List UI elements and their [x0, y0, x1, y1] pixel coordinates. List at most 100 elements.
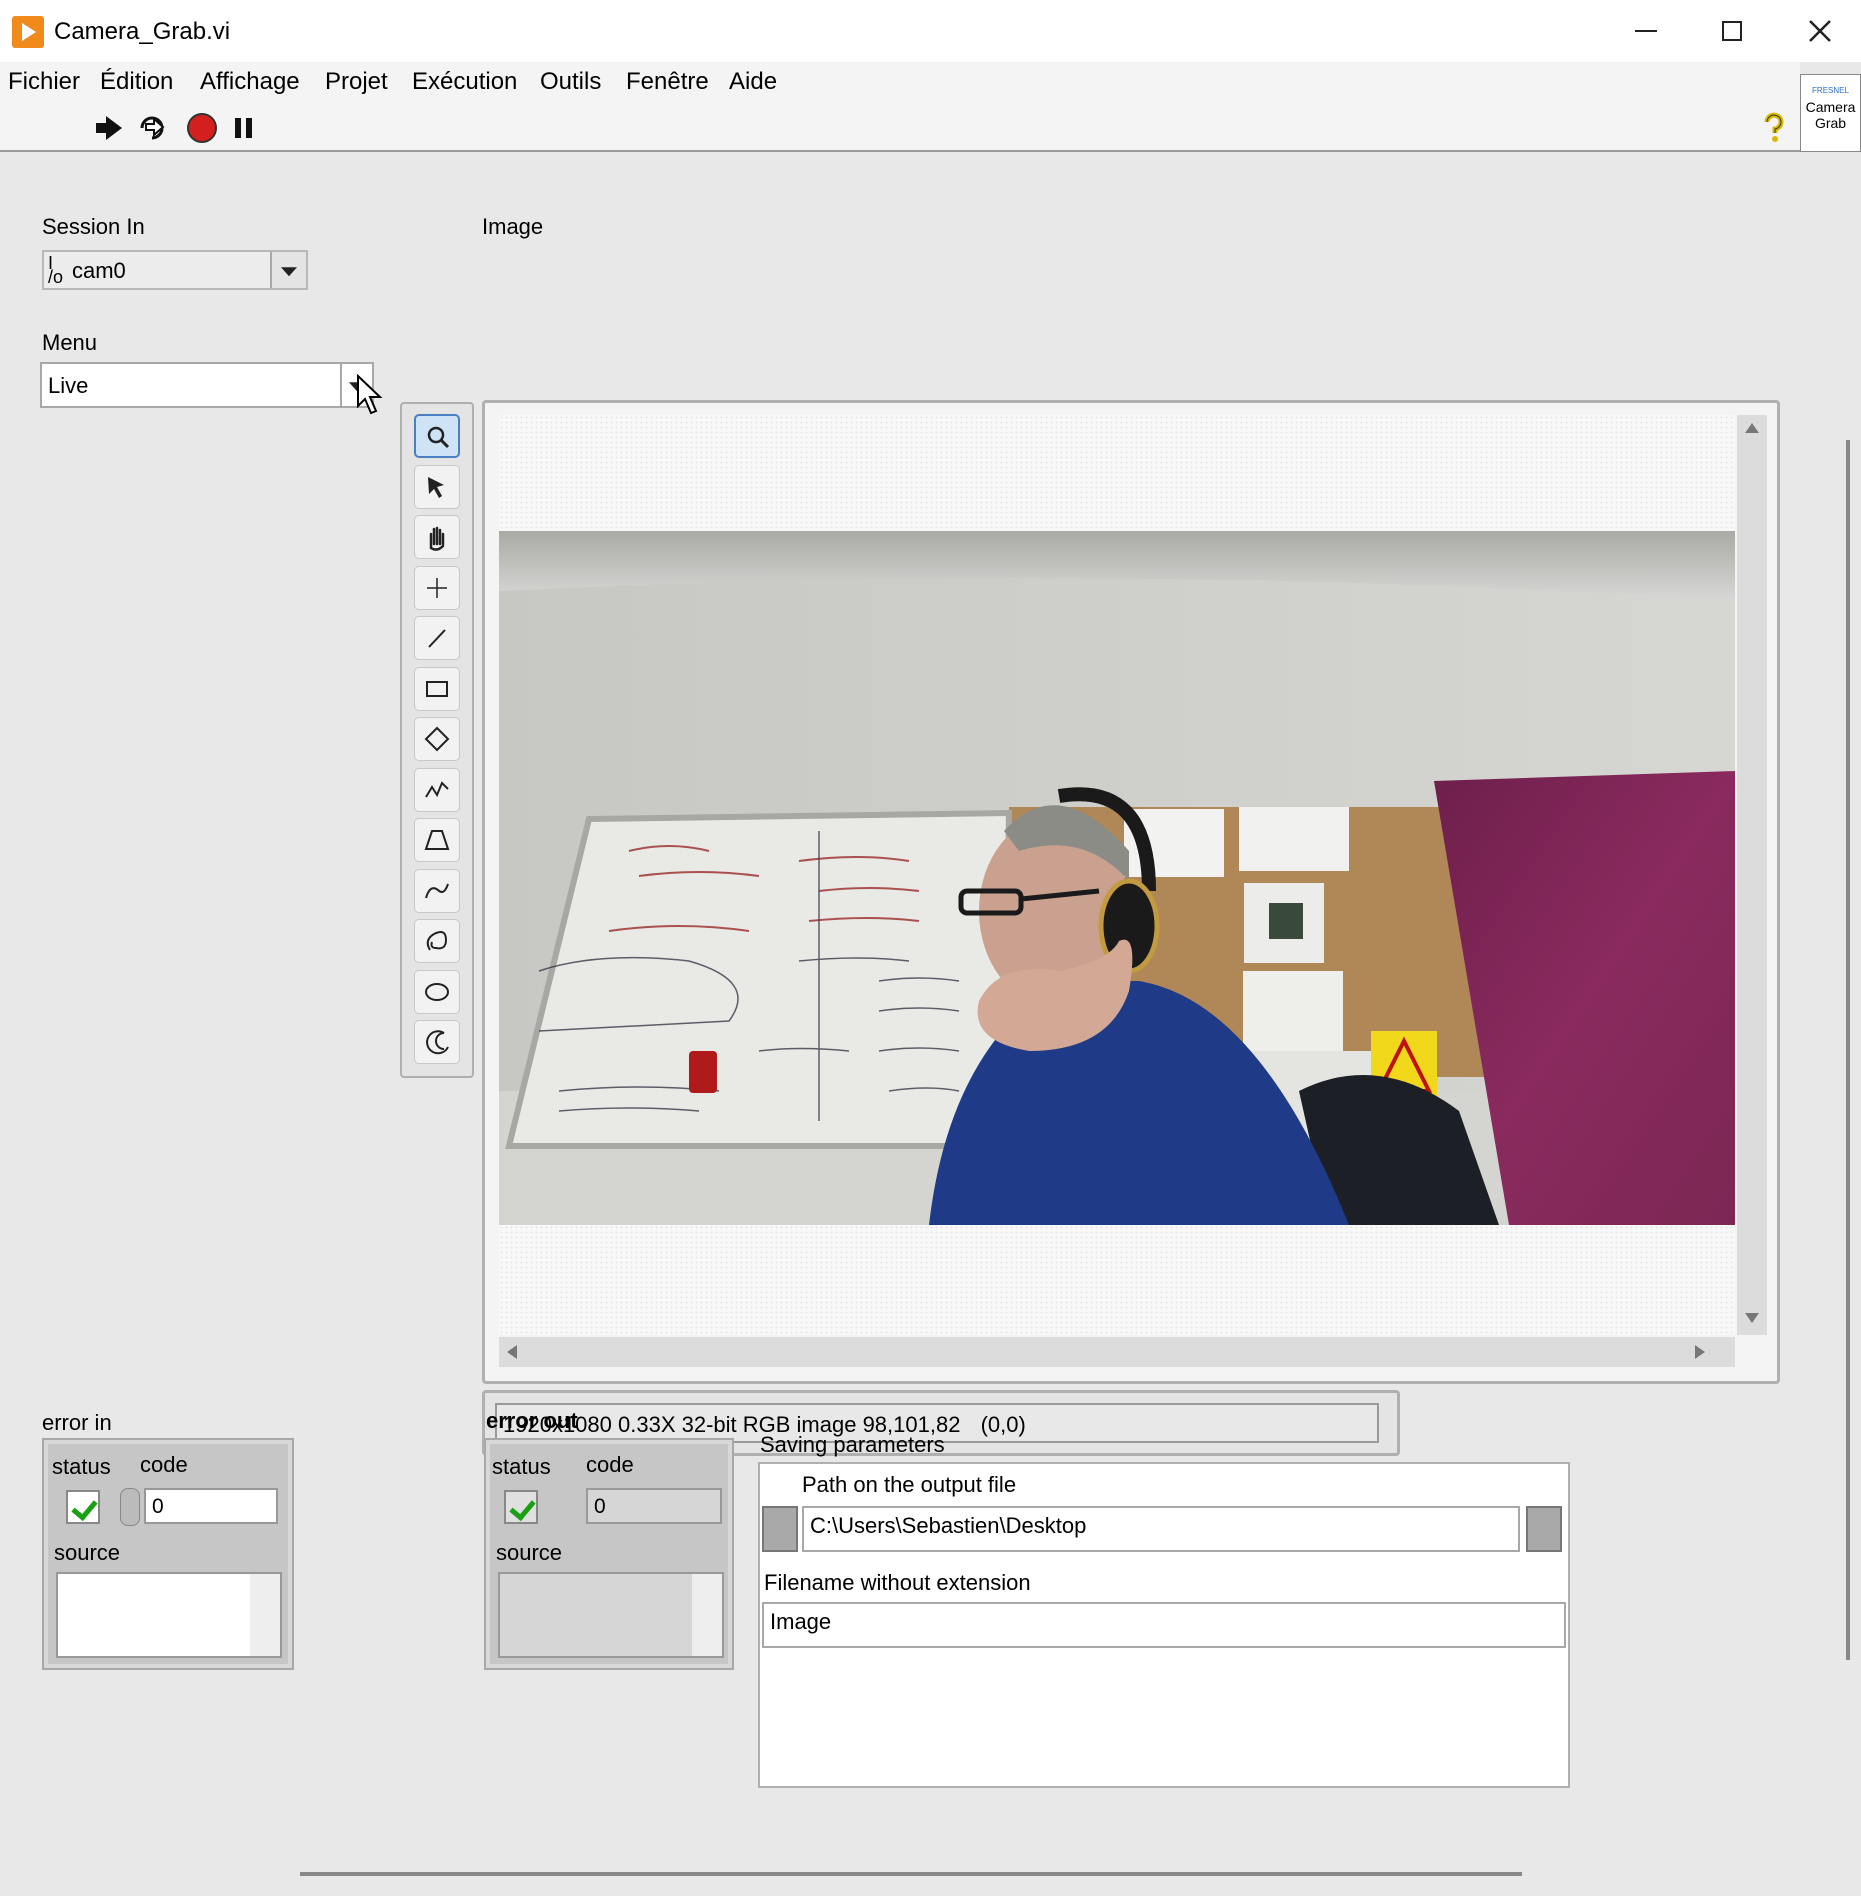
- minimize-button[interactable]: [1616, 10, 1676, 52]
- error-in-label: error in: [42, 1410, 112, 1435]
- title-bar: Camera_Grab.vi: [0, 0, 1861, 62]
- session-in-control[interactable]: I/o cam0: [42, 250, 308, 290]
- menu-aide[interactable]: Aide: [729, 68, 777, 96]
- saving-parameters-label: Saving parameters: [760, 1432, 945, 1457]
- maximize-icon: [1722, 21, 1742, 41]
- polyline-tool-icon: [425, 780, 449, 798]
- minimize-icon: [1635, 30, 1657, 32]
- error-out-label: error out: [486, 1408, 578, 1433]
- vi-icon-line2: Camera: [1805, 99, 1856, 115]
- abort-button[interactable]: [186, 112, 218, 144]
- zoom-tool-button[interactable]: [414, 414, 460, 458]
- pointer-tool-icon: [428, 476, 444, 498]
- freehand-region-tool-button[interactable]: [414, 919, 460, 963]
- labview-window: Camera_Grab.vi Fichier Édition Affichage…: [0, 0, 1861, 1896]
- error-out-code-field: 0: [586, 1488, 722, 1524]
- error-out-code-value: 0: [594, 1495, 606, 1518]
- image-horizontal-scrollbar[interactable]: [499, 1337, 1735, 1367]
- camera-frame-image: [499, 531, 1735, 1225]
- vi-icon-line3: Grab: [1814, 115, 1847, 131]
- image-display[interactable]: [482, 400, 1780, 1384]
- session-in-value: cam0: [72, 258, 126, 283]
- run-continuously-button[interactable]: [136, 112, 168, 144]
- error-in-status-label: status: [52, 1454, 111, 1479]
- pause-button[interactable]: [228, 112, 260, 144]
- path-label: Path on the output file: [802, 1472, 1017, 1497]
- error-in-status-checkbox[interactable]: [66, 1490, 100, 1524]
- filename-input[interactable]: Image: [762, 1602, 1566, 1648]
- freehand-line-tool-button[interactable]: [414, 868, 460, 913]
- polygon-tool-button[interactable]: [414, 818, 460, 862]
- panel-horizontal-scrollbar[interactable]: [300, 1872, 1522, 1876]
- image-canvas[interactable]: [499, 415, 1735, 1335]
- rectangle-tool-icon: [426, 680, 448, 697]
- vi-icon-pane[interactable]: FRESNEL Camera Grab: [1800, 74, 1861, 152]
- error-in-source-field[interactable]: [56, 1572, 282, 1658]
- rotated-rectangle-tool-button[interactable]: [414, 717, 460, 761]
- menu-fichier[interactable]: Fichier: [8, 68, 80, 96]
- context-help-button[interactable]: [1758, 112, 1790, 144]
- vi-icon-line1: FRESNEL: [1812, 86, 1849, 95]
- pause-icon: [235, 118, 252, 138]
- menu-outils[interactable]: Outils: [540, 68, 601, 96]
- maximize-button[interactable]: [1702, 10, 1762, 52]
- polygon-tool-icon: [424, 830, 450, 850]
- pan-tool-button[interactable]: [414, 515, 460, 559]
- session-in-dropdown-button[interactable]: [270, 252, 306, 288]
- pan-tool-icon: [429, 526, 445, 551]
- point-tool-icon: [427, 577, 447, 598]
- path-left-button[interactable]: [762, 1506, 798, 1552]
- rectangle-tool-button[interactable]: [414, 666, 460, 711]
- freehand-line-tool-icon: [425, 883, 449, 898]
- menu-projet[interactable]: Projet: [325, 68, 388, 96]
- rotated-rectangle-tool-icon: [424, 726, 450, 752]
- saving-parameters-cluster: Path on the output file C:\Users\Sebasti…: [758, 1462, 1570, 1788]
- ellipse-tool-button[interactable]: [414, 969, 460, 1014]
- run-continuous-icon: [140, 116, 165, 140]
- image-tool-palette: [400, 402, 474, 1078]
- scroll-down-icon: [1745, 1313, 1759, 1323]
- error-out-source-scrollbar[interactable]: [692, 1574, 722, 1656]
- image-label: Image: [482, 214, 544, 239]
- image-coords: (0,0): [980, 1412, 1026, 1437]
- toolbar: [0, 104, 1800, 152]
- image-vertical-scrollbar[interactable]: [1737, 415, 1767, 1335]
- io-name-icon: I/o: [48, 253, 64, 287]
- scroll-left-icon: [507, 1345, 517, 1359]
- path-value: C:\Users\Sebastien\Desktop: [810, 1513, 1087, 1538]
- menu-execution[interactable]: Exécution: [412, 68, 517, 96]
- error-in-code-value: 0: [152, 1495, 164, 1518]
- panel-vertical-scrollbar[interactable]: [1846, 440, 1850, 1660]
- error-out-status-indicator: [504, 1490, 538, 1524]
- error-in-source-label: source: [54, 1540, 121, 1565]
- line-tool-icon: [428, 629, 446, 648]
- menu-affichage[interactable]: Affichage: [200, 68, 300, 96]
- ellipse-tool-icon: [425, 982, 449, 1001]
- browse-button[interactable]: [1526, 1506, 1562, 1552]
- error-in-source-scrollbar[interactable]: [250, 1574, 280, 1656]
- filename-value: Image: [770, 1609, 832, 1634]
- pointer-tool-button[interactable]: [414, 464, 460, 509]
- path-input[interactable]: C:\Users\Sebastien\Desktop: [802, 1506, 1520, 1552]
- polyline-tool-button[interactable]: [414, 767, 460, 812]
- error-out-cluster: status code 0 source: [484, 1438, 734, 1670]
- error-in-code-stepper[interactable]: [120, 1488, 140, 1526]
- run-arrow-icon: [96, 116, 122, 140]
- webcam-scene: [499, 531, 1735, 1225]
- annulus-tool-button[interactable]: [414, 1020, 460, 1064]
- menu-ring-control[interactable]: Live: [40, 362, 374, 408]
- labview-app-icon: [12, 16, 44, 48]
- menu-value: Live: [48, 373, 89, 398]
- session-in-label: Session In: [42, 214, 145, 239]
- mouse-cursor-icon: [357, 374, 383, 415]
- close-icon: [1809, 20, 1831, 42]
- close-button[interactable]: [1790, 10, 1850, 52]
- run-button[interactable]: [94, 112, 126, 144]
- abort-icon: [187, 113, 217, 143]
- freehand-region-tool-icon: [426, 931, 448, 951]
- menu-edition[interactable]: Édition: [100, 68, 173, 96]
- error-in-code-field[interactable]: 0: [144, 1488, 278, 1524]
- menu-fenetre[interactable]: Fenêtre: [626, 68, 709, 96]
- line-tool-button[interactable]: [414, 616, 460, 660]
- point-tool-button[interactable]: [414, 565, 460, 610]
